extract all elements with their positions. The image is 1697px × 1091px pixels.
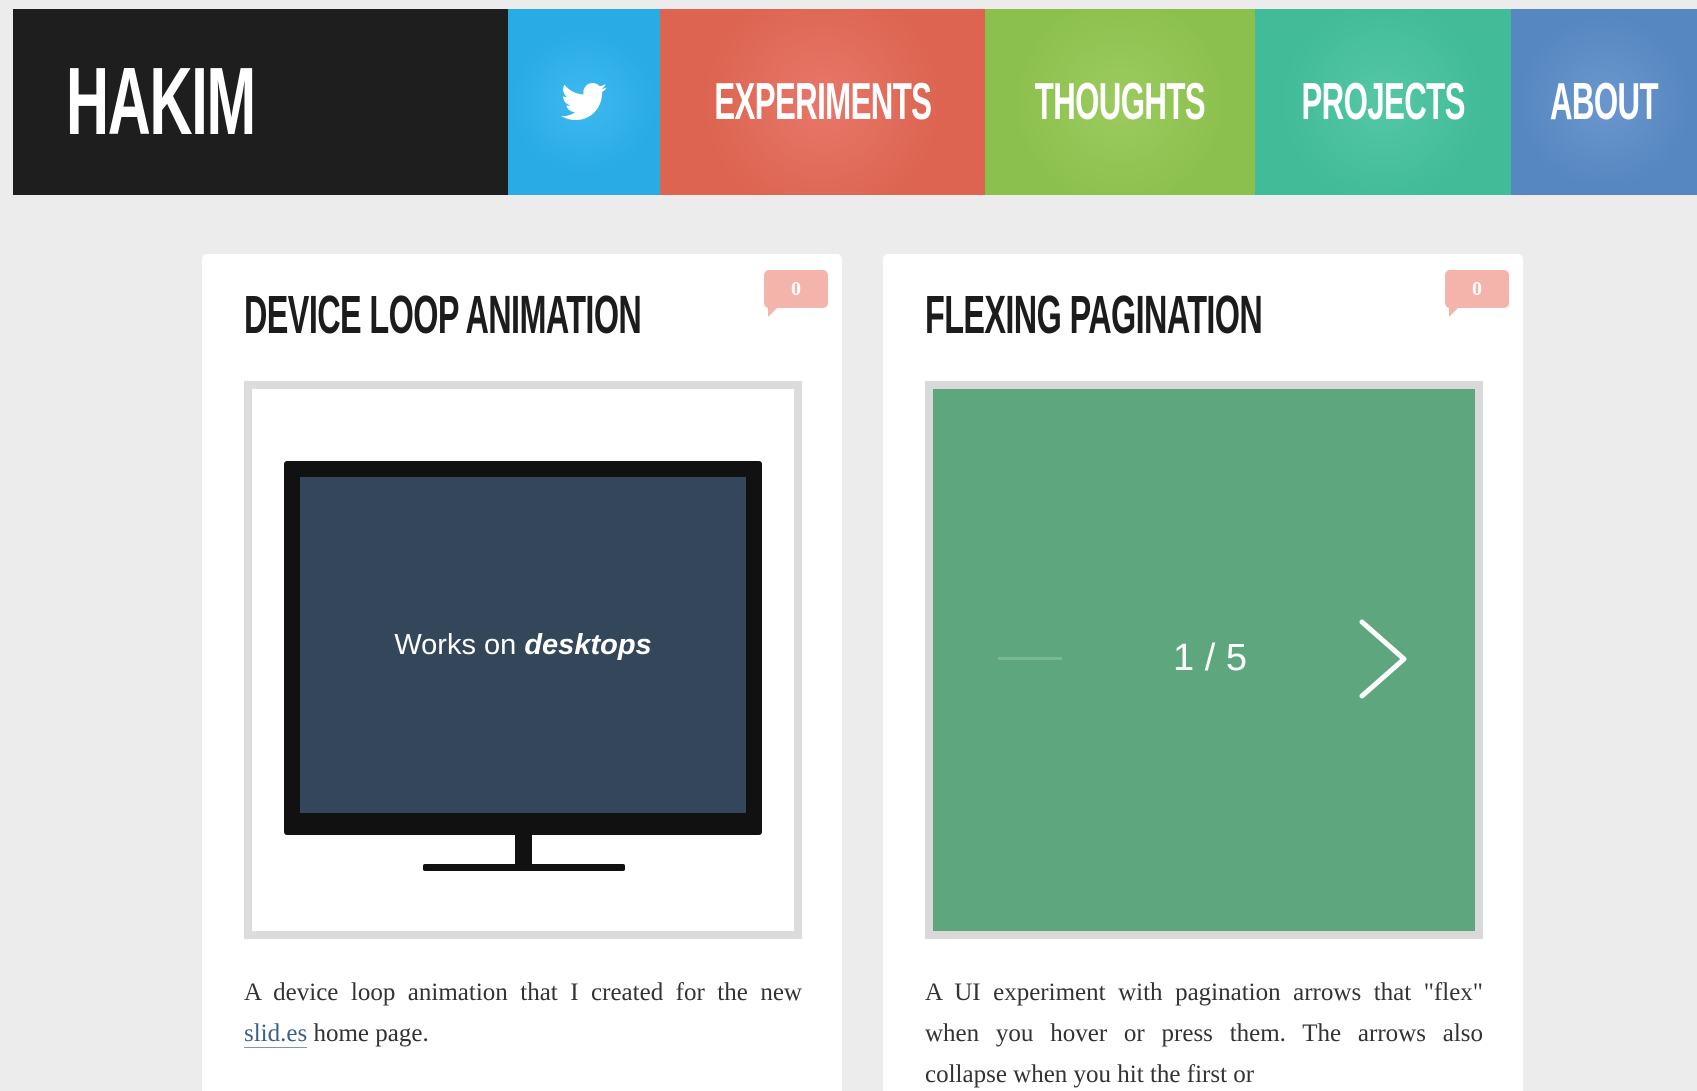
nav-thoughts-link[interactable]: THOUGHTS: [985, 9, 1255, 195]
monitor-screen: Works on desktops: [300, 477, 746, 813]
card-title[interactable]: FLEXING PAGINATION: [925, 288, 1263, 342]
comment-count: 0: [1472, 277, 1482, 300]
comment-count: 0: [791, 277, 801, 300]
slides-link[interactable]: slid.es: [244, 1020, 308, 1048]
comment-count-badge[interactable]: 0: [1445, 270, 1509, 317]
twitter-icon: [561, 83, 607, 121]
monitor-stand-neck: [515, 835, 532, 865]
card-description: A device loop animation that I created f…: [244, 972, 802, 1054]
monitor-caption-text: Works on: [394, 628, 517, 661]
nav-thoughts-label: THOUGHTS: [1034, 73, 1206, 131]
nav-about-link[interactable]: ABOUT: [1511, 9, 1697, 195]
site-logo[interactable]: HAKIM: [13, 9, 508, 195]
nav-projects-link[interactable]: PROJECTS: [1255, 9, 1511, 195]
monitor-caption: Works on desktops: [394, 629, 651, 662]
nav-experiments-label: EXPERIMENTS: [713, 73, 932, 131]
monitor-caption-emphasis: desktops: [524, 628, 652, 661]
experiment-card: 0 FLEXING PAGINATION 1 / 5 A UI experime…: [883, 254, 1523, 1091]
nav-twitter-link[interactable]: [508, 9, 660, 195]
experiment-preview[interactable]: Works on desktops: [244, 381, 802, 939]
description-text: A device loop animation that I created f…: [244, 979, 802, 1006]
page: HAKIM EXPERIMENTS THOUGHTS PROJECTS ABOU…: [0, 0, 1697, 1091]
card-description: A UI experiment with pagination arrows t…: [925, 979, 1483, 1088]
monitor-illustration: Works on desktops: [284, 461, 762, 835]
nav-experiments-link[interactable]: EXPERIMENTS: [660, 9, 985, 195]
experiment-card: 0 DEVICE LOOP ANIMATION Works on desktop…: [202, 254, 842, 1091]
card-title[interactable]: DEVICE LOOP ANIMATION: [244, 288, 642, 342]
experiment-preview[interactable]: 1 / 5: [925, 381, 1483, 939]
comment-count-badge[interactable]: 0: [764, 270, 828, 317]
nav-projects-label: PROJECTS: [1301, 73, 1465, 131]
monitor-stand-base: [423, 864, 625, 871]
nav-about-label: ABOUT: [1550, 73, 1659, 131]
chevron-right-icon[interactable]: [1348, 614, 1418, 704]
top-navigation-bar: HAKIM EXPERIMENTS THOUGHTS PROJECTS ABOU…: [13, 9, 1697, 195]
description-text-end: home page.: [313, 1020, 429, 1047]
site-logo-text: HAKIM: [66, 48, 256, 155]
